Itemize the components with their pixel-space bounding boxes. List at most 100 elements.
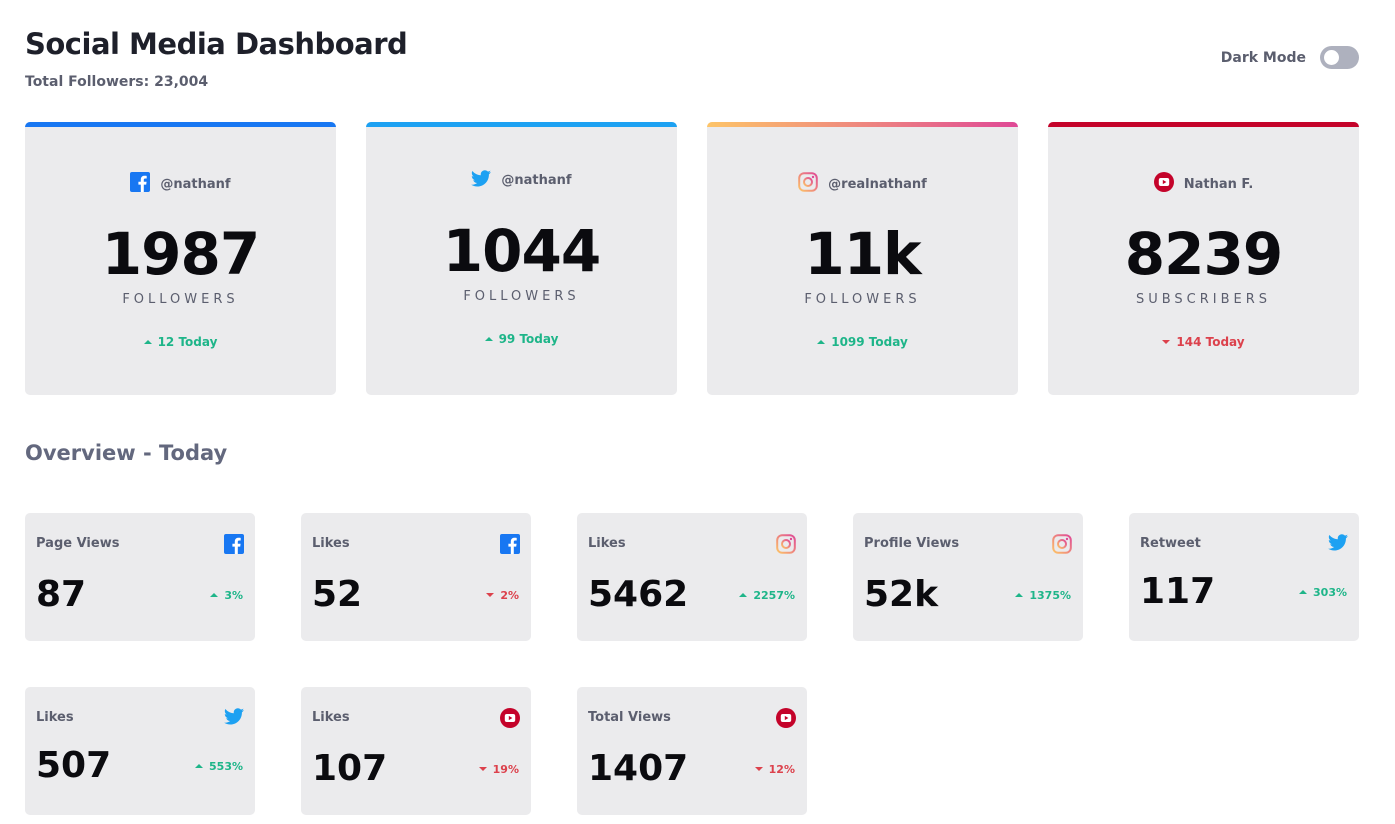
percent-change: 553% bbox=[195, 760, 243, 773]
follower-card-twitter[interactable]: @nathanf 1044 FOLLOWERS 99 Today bbox=[366, 122, 677, 395]
arrow-down-icon bbox=[486, 593, 495, 597]
follower-count: 1044 bbox=[442, 217, 601, 285]
arrow-up-icon bbox=[484, 336, 493, 341]
percent-change: 303% bbox=[1299, 586, 1347, 599]
follower-card-facebook[interactable]: @nathanf 1987 FOLLOWERS 12 Today bbox=[25, 122, 336, 395]
card-accent-bar bbox=[25, 122, 336, 127]
today-change: 1099 Today bbox=[707, 335, 1018, 349]
handle-row: @nathanf bbox=[366, 170, 677, 191]
percent-text: 553% bbox=[209, 760, 243, 773]
dark-mode-knob bbox=[1324, 50, 1339, 65]
metric-value: 52k bbox=[864, 574, 939, 615]
percent-text: 19% bbox=[492, 763, 519, 776]
overview-card-facebook-page-views[interactable]: Page Views 87 3% bbox=[25, 513, 255, 641]
metric-label: Likes bbox=[312, 710, 350, 725]
handle-row: Nathan F. bbox=[1048, 172, 1359, 196]
overview-card-youtube-total-views[interactable]: Total Views 1407 12% bbox=[577, 687, 807, 815]
metric-label: Profile Views bbox=[864, 536, 960, 551]
arrow-up-icon bbox=[817, 339, 826, 344]
youtube-icon bbox=[1153, 172, 1174, 196]
twitter-icon bbox=[224, 708, 244, 729]
page-title: Social Media Dashboard bbox=[25, 27, 408, 61]
overview-card-twitter-likes[interactable]: Likes 507 553% bbox=[25, 687, 255, 815]
instagram-icon bbox=[798, 172, 818, 196]
percent-text: 2257% bbox=[753, 589, 795, 602]
today-change-text: 144 Today bbox=[1176, 335, 1245, 349]
metric-value: 507 bbox=[36, 745, 112, 786]
follower-cards: @nathanf 1987 FOLLOWERS 12 Today @nathan… bbox=[25, 122, 1360, 395]
facebook-icon bbox=[130, 172, 151, 196]
total-followers: Total Followers: 23,004 bbox=[25, 74, 209, 90]
metric-value: 87 bbox=[36, 574, 87, 615]
overview-card-instagram-likes[interactable]: Likes 5462 2257% bbox=[577, 513, 807, 641]
percent-change: 3% bbox=[210, 589, 243, 602]
metric-value: 52 bbox=[312, 574, 363, 615]
arrow-up-icon bbox=[195, 764, 204, 768]
percent-change: 12% bbox=[754, 763, 795, 776]
count-unit: FOLLOWERS bbox=[463, 289, 580, 304]
percent-text: 2% bbox=[500, 589, 519, 602]
instagram-icon bbox=[1052, 534, 1072, 558]
arrow-down-icon bbox=[478, 767, 487, 771]
today-change: 12 Today bbox=[25, 335, 336, 349]
facebook-icon bbox=[224, 534, 244, 558]
facebook-icon bbox=[500, 534, 520, 558]
handle: @realnathanf bbox=[828, 176, 927, 192]
percent-change: 19% bbox=[478, 763, 519, 776]
youtube-icon bbox=[776, 708, 796, 732]
arrow-up-icon bbox=[1015, 593, 1024, 597]
today-change-text: 12 Today bbox=[157, 335, 218, 349]
arrow-down-icon bbox=[1162, 339, 1171, 344]
instagram-icon bbox=[776, 534, 796, 558]
overview-title: Overview - Today bbox=[25, 441, 228, 465]
follower-card-instagram[interactable]: @realnathanf 11k FOLLOWERS 1099 Today bbox=[707, 122, 1018, 395]
overview-card-twitter-retweet[interactable]: Retweet 117 303% bbox=[1129, 513, 1359, 641]
metric-value: 117 bbox=[1140, 571, 1216, 612]
dark-mode-toggle[interactable]: Dark Mode bbox=[1221, 46, 1359, 69]
today-change-text: 1099 Today bbox=[831, 335, 908, 349]
percent-change: 2257% bbox=[739, 589, 795, 602]
metric-label: Page Views bbox=[36, 536, 120, 551]
handle-row: @realnathanf bbox=[707, 172, 1018, 196]
percent-text: 1375% bbox=[1029, 589, 1071, 602]
overview-card-facebook-likes[interactable]: Likes 52 2% bbox=[301, 513, 531, 641]
overview-card-instagram-profile-views[interactable]: Profile Views 52k 1375% bbox=[853, 513, 1083, 641]
percent-text: 12% bbox=[768, 763, 795, 776]
follower-card-youtube[interactable]: Nathan F. 8239 SUBSCRIBERS 144 Today bbox=[1048, 122, 1359, 395]
count-unit: FOLLOWERS bbox=[804, 292, 921, 307]
metric-label: Likes bbox=[588, 536, 626, 551]
arrow-up-icon bbox=[739, 593, 748, 597]
arrow-up-icon bbox=[210, 593, 219, 597]
card-accent-bar bbox=[366, 122, 677, 127]
dark-mode-label: Dark Mode bbox=[1220, 49, 1306, 66]
count-unit: SUBSCRIBERS bbox=[1135, 292, 1272, 307]
follower-count: 11k bbox=[804, 220, 921, 288]
handle: @nathanf bbox=[501, 173, 572, 188]
metric-value: 1407 bbox=[588, 748, 689, 789]
today-change: 99 Today bbox=[366, 332, 677, 346]
handle: @nathanf bbox=[160, 176, 231, 192]
handle: Nathan F. bbox=[1183, 176, 1254, 192]
percent-change: 1375% bbox=[1015, 589, 1071, 602]
metric-label: Retweet bbox=[1140, 536, 1201, 551]
card-accent-bar bbox=[1048, 122, 1359, 127]
metric-label: Total Views bbox=[588, 710, 671, 725]
today-change-text: 99 Today bbox=[498, 332, 559, 346]
today-change: 144 Today bbox=[1048, 335, 1359, 349]
count-unit: FOLLOWERS bbox=[122, 292, 239, 307]
arrow-up-icon bbox=[143, 339, 152, 344]
follower-count: 1987 bbox=[101, 220, 260, 288]
overview-card-youtube-likes[interactable]: Likes 107 19% bbox=[301, 687, 531, 815]
dark-mode-switch[interactable] bbox=[1320, 46, 1359, 69]
metric-label: Likes bbox=[312, 536, 350, 551]
percent-text: 303% bbox=[1313, 586, 1347, 599]
arrow-up-icon bbox=[1299, 590, 1308, 594]
dashboard-header: Social Media Dashboard Total Followers: … bbox=[25, 26, 408, 90]
twitter-icon bbox=[471, 170, 492, 191]
card-accent-bar bbox=[707, 122, 1018, 127]
twitter-icon bbox=[1328, 534, 1348, 555]
subscriber-count: 8239 bbox=[1124, 220, 1283, 288]
youtube-icon bbox=[500, 708, 520, 732]
handle-row: @nathanf bbox=[25, 172, 336, 196]
percent-text: 3% bbox=[224, 589, 243, 602]
